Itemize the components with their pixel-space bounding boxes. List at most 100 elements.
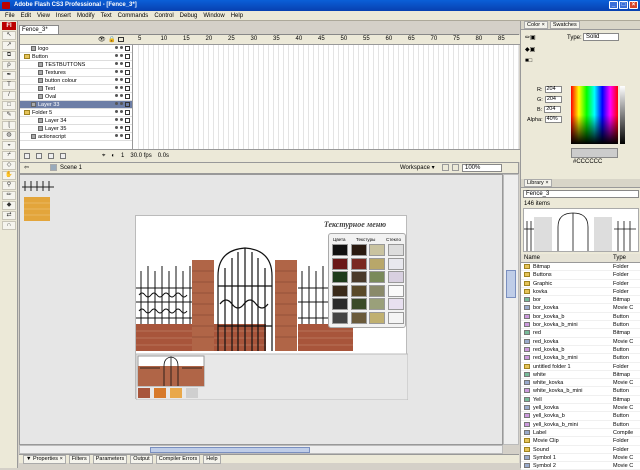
workspace-button[interactable]: Workspace ▾ bbox=[400, 163, 435, 173]
library-item[interactable]: Graphic Folder bbox=[521, 279, 640, 288]
layer-row[interactable]: Button bbox=[20, 53, 132, 61]
library-item[interactable]: bor_kovka_b Button bbox=[521, 312, 640, 322]
texture-swatch[interactable] bbox=[350, 311, 367, 324]
texture-swatch[interactable] bbox=[387, 284, 404, 297]
new-layer-icon[interactable] bbox=[24, 153, 30, 159]
back-arrow-icon[interactable]: ⇦ bbox=[24, 163, 29, 173]
library-item[interactable]: Sound Folder bbox=[521, 445, 640, 454]
tab-output[interactable]: Output bbox=[130, 454, 153, 464]
ink-bottle-tool-icon[interactable]: ◍ bbox=[2, 131, 16, 140]
layer-toggles[interactable] bbox=[115, 110, 130, 115]
layer-toggles[interactable] bbox=[115, 78, 130, 83]
library-item[interactable]: Buttons Folder bbox=[521, 271, 640, 280]
outline-icon[interactable] bbox=[118, 37, 124, 42]
library-item[interactable]: Label Compile bbox=[521, 428, 640, 438]
document-tab[interactable]: Fence_3* bbox=[19, 25, 59, 34]
layer-row[interactable]: Text bbox=[20, 85, 132, 93]
menu-control[interactable]: Control bbox=[151, 11, 176, 21]
library-item[interactable]: red Bitmap bbox=[521, 329, 640, 338]
texture-swatch[interactable] bbox=[332, 298, 348, 310]
library-item[interactable]: bor_kovka Movie C bbox=[521, 304, 640, 313]
color-spectrum[interactable] bbox=[571, 86, 618, 144]
swap-colors-icon[interactable]: ⇄ bbox=[2, 211, 16, 220]
layer-toggles[interactable] bbox=[115, 46, 130, 51]
selection-tool-icon[interactable]: ↖ bbox=[2, 31, 16, 40]
layer-row[interactable]: Layer 34 bbox=[20, 117, 132, 125]
line-tool-icon[interactable]: / bbox=[2, 91, 16, 100]
tab-filters[interactable]: Filters bbox=[68, 454, 90, 464]
r-input[interactable]: 204 bbox=[544, 86, 562, 93]
tab-swatches[interactable]: Swatches bbox=[549, 21, 580, 29]
library-item[interactable]: kovka Folder bbox=[521, 287, 640, 297]
menu-file[interactable]: File bbox=[2, 11, 18, 21]
alpha-input[interactable]: 40% bbox=[544, 116, 562, 123]
brightness-slider[interactable] bbox=[620, 86, 625, 144]
paint-bucket-tool-icon[interactable]: ◒ bbox=[2, 141, 16, 150]
texture-swatch[interactable] bbox=[350, 284, 367, 297]
layer-row[interactable]: logo bbox=[20, 45, 132, 53]
library-item[interactable]: Yell Bitmap bbox=[521, 395, 640, 405]
hand-tool-icon[interactable]: ✋ bbox=[2, 171, 16, 180]
library-col-type[interactable]: Type bbox=[613, 255, 626, 261]
texture-swatch[interactable] bbox=[332, 257, 348, 270]
menu-window[interactable]: Window bbox=[200, 11, 227, 21]
eraser-tool-icon[interactable]: ◇ bbox=[2, 161, 16, 170]
texture-swatch[interactable] bbox=[387, 244, 404, 256]
g-input[interactable]: 204 bbox=[544, 96, 562, 103]
menu-text[interactable]: Text bbox=[98, 11, 115, 21]
texture-swatch[interactable] bbox=[369, 311, 385, 324]
zoom-tool-icon[interactable]: ⚲ bbox=[2, 181, 16, 190]
texture-swatch[interactable] bbox=[387, 271, 404, 283]
tab-properties[interactable]: ▼ Properties × bbox=[23, 454, 66, 464]
center-frame-icon[interactable]: ⌖ bbox=[102, 153, 105, 160]
layer-row[interactable]: Layer 33 bbox=[20, 101, 132, 109]
menu-debug[interactable]: Debug bbox=[177, 11, 201, 21]
texture-swatch[interactable] bbox=[387, 311, 404, 324]
texture-swatch[interactable] bbox=[350, 257, 367, 270]
layer-toggles[interactable] bbox=[115, 102, 130, 107]
fill-color-icon[interactable]: ◆ bbox=[2, 201, 16, 210]
texture-swatch[interactable] bbox=[387, 257, 404, 270]
tab-parameters[interactable]: Parameters bbox=[92, 454, 128, 464]
texture-swatch[interactable] bbox=[387, 298, 404, 310]
free-transform-tool-icon[interactable]: ⧉ bbox=[2, 51, 16, 60]
texture-swatch[interactable] bbox=[350, 298, 367, 310]
lasso-tool-icon[interactable]: ρ bbox=[2, 61, 16, 70]
frame-ruler[interactable]: 5 10 15 20 25 30 35 40 45 50 55 60 65 70 75 80 85 bbox=[134, 35, 519, 45]
library-item[interactable]: white Bitmap bbox=[521, 370, 640, 380]
library-item[interactable]: Symbol 1 Movie C bbox=[521, 453, 640, 463]
lock-icon[interactable]: 🔒 bbox=[108, 36, 115, 43]
vertical-scrollbar[interactable] bbox=[503, 174, 519, 445]
layer-toggles[interactable] bbox=[115, 94, 130, 99]
hex-value[interactable]: #CCCCCC bbox=[573, 159, 602, 165]
library-item[interactable]: Movie Clip Folder bbox=[521, 437, 640, 446]
rectangle-tool-icon[interactable]: □ bbox=[2, 101, 16, 110]
layer-toggles[interactable] bbox=[115, 70, 130, 75]
library-item[interactable]: red_kovka_b_mini Button bbox=[521, 354, 640, 363]
menu-insert[interactable]: Insert bbox=[53, 11, 74, 21]
layer-row[interactable]: Folder 5 bbox=[20, 109, 132, 117]
tab-compiler-errors[interactable]: Compiler Errors bbox=[155, 454, 201, 464]
texture-swatch[interactable] bbox=[369, 298, 385, 310]
add-guide-icon[interactable] bbox=[36, 153, 42, 159]
brush-tool-icon[interactable]: ɭ bbox=[2, 121, 16, 130]
edit-symbol-icon[interactable] bbox=[452, 164, 459, 171]
stroke-color-swatch-icon[interactable]: ✏▣ bbox=[525, 34, 536, 41]
library-item[interactable]: yell_kovka_b_mini Button bbox=[521, 420, 640, 429]
vertical-scroll-thumb[interactable] bbox=[506, 270, 516, 298]
tab-color[interactable]: Color × bbox=[524, 21, 548, 29]
tab-help[interactable]: Help bbox=[203, 454, 221, 464]
stage[interactable]: Текстурное меню Цвета Текстуры Стекло bbox=[135, 215, 409, 401]
layer-toggles[interactable] bbox=[115, 86, 130, 91]
edit-scene-icon[interactable] bbox=[442, 164, 449, 171]
library-item[interactable]: yell_kovka Movie C bbox=[521, 404, 640, 413]
menu-help[interactable]: Help bbox=[228, 11, 246, 21]
tab-library[interactable]: Library × bbox=[524, 179, 552, 187]
layer-row[interactable]: Textures bbox=[20, 69, 132, 77]
texture-swatch[interactable] bbox=[369, 284, 385, 297]
texture-swatch[interactable] bbox=[350, 244, 367, 256]
zoom-select[interactable]: 100% bbox=[462, 164, 502, 172]
frame-grid[interactable] bbox=[134, 45, 519, 149]
layer-row[interactable]: Oval bbox=[20, 93, 132, 101]
library-item[interactable]: bor_kovka_b_mini Button bbox=[521, 321, 640, 330]
